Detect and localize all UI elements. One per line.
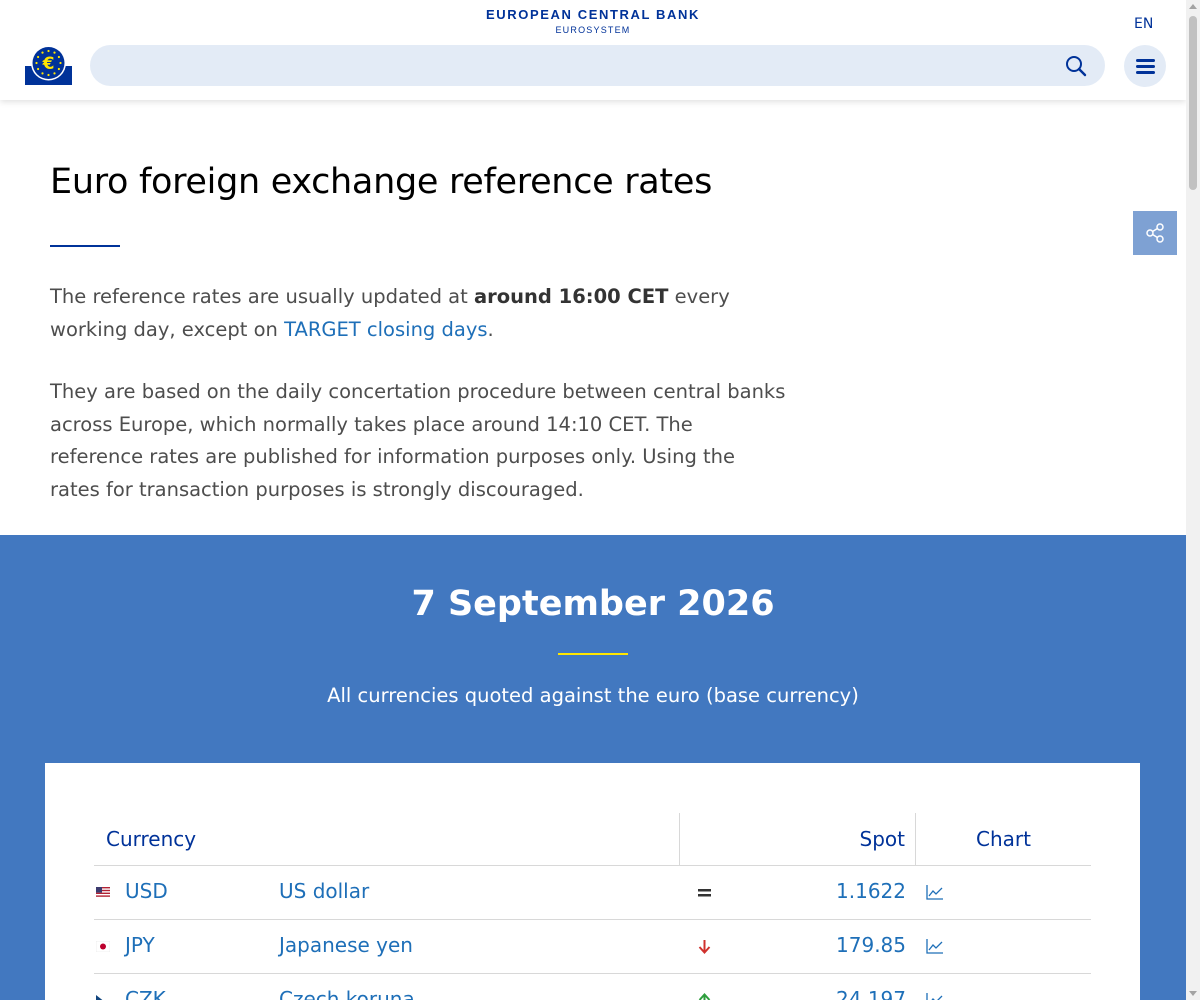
scroll-down-arrow-icon[interactable] <box>1189 991 1197 996</box>
us-flag-icon <box>96 887 110 898</box>
currency-name-link[interactable]: Czech koruna <box>279 987 415 1000</box>
target-closing-days-link[interactable]: TARGET closing days <box>284 318 487 341</box>
spot-rate-value[interactable]: 179.85 <box>714 933 906 957</box>
ecb-euro-logo-icon[interactable]: € <box>25 44 72 85</box>
intro-text: . <box>487 317 494 341</box>
currency-name-link[interactable]: Japanese yen <box>279 933 413 957</box>
brand-wordmark[interactable]: EUROPEAN CENTRAL BANK EUROSYSTEM <box>0 7 1186 35</box>
brand-subtitle: EUROSYSTEM <box>555 25 631 35</box>
brand-name: EUROPEAN CENTRAL BANK <box>486 7 700 22</box>
spot-rate-value[interactable]: 1.1622 <box>714 879 906 903</box>
cz-flag-icon <box>96 995 110 1000</box>
line-chart-icon[interactable] <box>926 992 944 1000</box>
table-row: USD US dollar 1.1622 <box>94 865 1091 919</box>
share-icon <box>1146 223 1164 243</box>
line-chart-icon[interactable] <box>926 938 944 954</box>
page-scrollbar[interactable] <box>1186 0 1200 1000</box>
table-row: JPY Japanese yen 179.85 <box>94 919 1091 973</box>
intro-paragraph-concertation: They are based on the daily concertation… <box>50 380 786 501</box>
currency-code-link[interactable]: JPY <box>125 933 155 957</box>
currency-name-link[interactable]: US dollar <box>279 879 369 903</box>
intro-text: The reference rates are usually updated … <box>50 285 474 308</box>
scroll-up-arrow-icon[interactable] <box>1189 4 1197 9</box>
site-header: EUROPEAN CENTRAL BANK EUROSYSTEM € EN <box>0 0 1186 100</box>
trend-up-arrow-icon <box>698 993 711 1000</box>
rates-table-card: Currency Spot Chart USD US dollar 1.1622 <box>45 763 1140 1000</box>
page-title: Euro foreign exchange reference rates <box>50 162 713 202</box>
hamburger-menu-icon[interactable] <box>1124 45 1166 87</box>
spot-rate-value[interactable]: 24.197 <box>714 987 906 1000</box>
jp-flag-icon <box>96 941 110 952</box>
svg-text:€: € <box>42 54 55 74</box>
line-chart-icon[interactable] <box>926 884 944 900</box>
column-header-spot[interactable]: Spot <box>679 813 915 865</box>
column-header-currency[interactable]: Currency <box>106 813 196 865</box>
rates-subtitle: All currencies quoted against the euro (… <box>327 684 859 707</box>
table-row: CZK Czech koruna 24.197 <box>94 973 1091 1000</box>
search-icon[interactable] <box>1065 55 1087 77</box>
intro-bold-time: around 16:00 CET <box>473 285 669 308</box>
column-header-chart: Chart <box>915 813 1091 865</box>
language-selector[interactable]: EN <box>1134 16 1153 32</box>
currency-code-link[interactable]: USD <box>125 879 168 903</box>
date-divider <box>558 653 628 655</box>
scrollbar-thumb[interactable] <box>1189 16 1197 190</box>
trend-unchanged-icon <box>698 889 711 897</box>
title-divider <box>50 245 120 247</box>
search-input[interactable] <box>90 45 1105 86</box>
currency-code-link[interactable]: CZK <box>125 987 166 1000</box>
intro-paragraph-update-time: The reference rates are usually updated … <box>50 281 810 346</box>
trend-down-arrow-icon <box>698 940 711 954</box>
share-button[interactable] <box>1133 211 1177 255</box>
rates-date-heading: 7 September 2026 <box>411 584 775 624</box>
